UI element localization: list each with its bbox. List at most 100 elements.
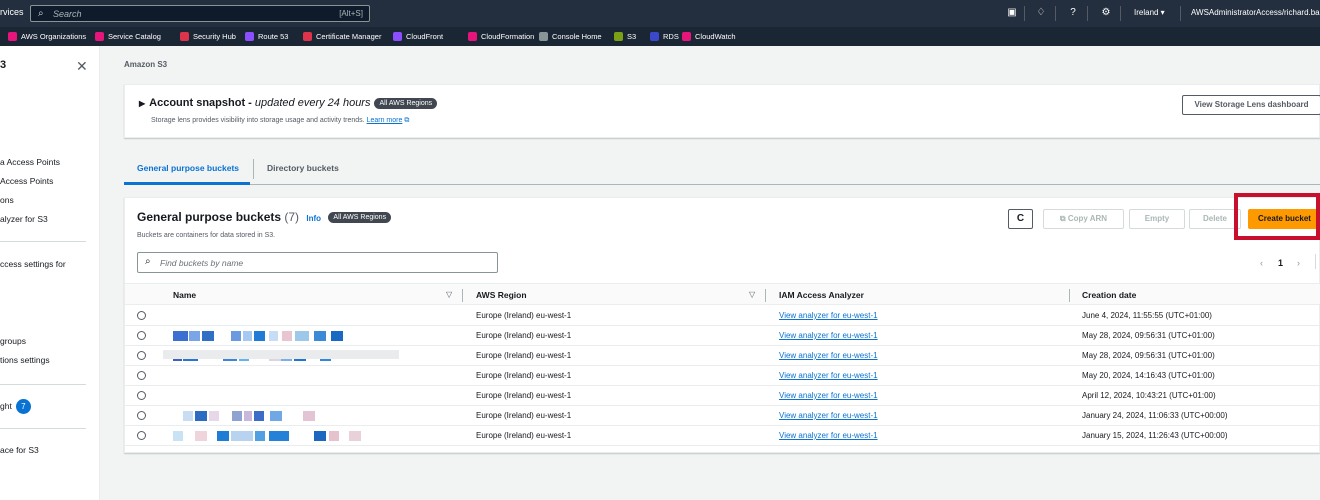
page-number[interactable]: 1	[1278, 258, 1283, 268]
favorite-item[interactable]: Security Hub	[180, 32, 236, 41]
gear-icon[interactable]: ⚙	[1100, 7, 1112, 19]
table-row[interactable]: Europe (Ireland) eu-west-1 View analyzer …	[125, 406, 1320, 426]
sort-icon[interactable]: ▽	[749, 290, 755, 299]
redaction-block	[314, 331, 326, 341]
view-analyzer-link[interactable]: View analyzer for eu-west-1	[779, 411, 878, 420]
row-select-radio[interactable]	[137, 331, 146, 340]
favorite-item[interactable]: CloudWatch	[682, 32, 736, 41]
search-icon: ⌕	[38, 8, 44, 19]
tab-directory-buckets[interactable]: Directory buckets	[267, 163, 339, 173]
row-select-radio[interactable]	[137, 411, 146, 420]
column-header-creation-date[interactable]: Creation date	[1082, 290, 1136, 300]
sidebar-item[interactable]: ons	[0, 195, 14, 205]
prev-page-icon[interactable]: ‹	[1260, 258, 1263, 268]
column-divider[interactable]	[1069, 289, 1070, 302]
tab-general-purpose-buckets[interactable]: General purpose buckets	[137, 163, 239, 173]
refresh-icon: C	[1016, 213, 1025, 224]
column-divider[interactable]	[462, 289, 463, 302]
search-icon: ⌕	[145, 256, 151, 267]
empty-button[interactable]: Empty	[1129, 209, 1185, 229]
view-analyzer-link[interactable]: View analyzer for eu-west-1	[779, 351, 878, 360]
refresh-button[interactable]: C	[1008, 209, 1033, 229]
snapshot-desc-text: Storage lens provides visibility into st…	[151, 117, 365, 124]
cloudshell-icon[interactable]: ▣	[1006, 7, 1018, 19]
redaction-block	[173, 331, 188, 341]
sidebar-item-insight[interactable]: ght 7	[0, 399, 31, 414]
favorite-item[interactable]: Route 53	[245, 32, 288, 41]
find-buckets-input[interactable]: ⌕ Find buckets by name	[137, 252, 498, 273]
column-divider[interactable]	[765, 289, 766, 302]
favorite-item[interactable]: CloudFormation	[468, 32, 534, 41]
global-search-input[interactable]: ⌕ Search [Alt+S]	[30, 5, 370, 22]
sidebar-item[interactable]: Access Points	[0, 176, 53, 186]
redaction-block	[270, 411, 282, 421]
redaction-block	[295, 331, 309, 341]
favorite-item[interactable]: Service Catalog	[95, 32, 161, 41]
creation-date-cell: January 15, 2024, 11:26:43 (UTC+00:00)	[1082, 431, 1228, 440]
view-analyzer-link[interactable]: View analyzer for eu-west-1	[779, 331, 878, 340]
row-select-radio[interactable]	[137, 311, 146, 320]
view-analyzer-link[interactable]: View analyzer for eu-west-1	[779, 371, 878, 380]
table-row[interactable]: Europe (Ireland) eu-west-1 View analyzer …	[125, 306, 1320, 326]
table-row[interactable]: Europe (Ireland) eu-west-1 View analyzer …	[125, 386, 1320, 406]
help-icon[interactable]: ?	[1067, 7, 1079, 19]
regions-pill: All AWS Regions	[328, 212, 392, 224]
services-menu[interactable]: rvices	[0, 7, 24, 17]
row-select-radio[interactable]	[137, 371, 146, 380]
sidebar-divider	[0, 428, 86, 429]
favorite-item[interactable]: CloudFront	[393, 32, 443, 41]
favorite-item[interactable]: Console Home	[539, 32, 602, 41]
find-placeholder: Find buckets by name	[160, 258, 244, 268]
service-icon	[393, 32, 402, 41]
sidebar-item[interactable]: ccess settings for	[0, 259, 66, 269]
view-analyzer-link[interactable]: View analyzer for eu-west-1	[779, 431, 878, 440]
buckets-panel: General purpose buckets (7) Info All AWS…	[124, 197, 1320, 453]
buckets-description: Buckets are containers for data stored i…	[137, 232, 276, 239]
table-row[interactable]: Europe (Ireland) eu-west-1 View analyzer …	[125, 366, 1320, 386]
redaction-block	[217, 431, 229, 441]
redaction-block	[195, 431, 207, 441]
view-analyzer-link[interactable]: View analyzer for eu-west-1	[779, 311, 878, 320]
creation-date-cell: May 20, 2024, 14:16:43 (UTC+01:00)	[1082, 371, 1215, 380]
info-link[interactable]: Info	[306, 214, 321, 223]
bell-icon[interactable]: ♢	[1035, 7, 1047, 19]
next-page-icon[interactable]: ›	[1297, 258, 1300, 268]
row-select-radio[interactable]	[137, 431, 146, 440]
sidebar-item[interactable]: a Access Points	[0, 157, 60, 167]
close-icon[interactable]: ✕	[76, 58, 88, 75]
favorite-item[interactable]: S3	[614, 32, 636, 41]
favorite-item[interactable]: AWS Organizations	[8, 32, 86, 41]
region-selector[interactable]: Ireland ▾	[1134, 8, 1165, 17]
row-select-radio[interactable]	[137, 391, 146, 400]
sidebar-item[interactable]: tions settings	[0, 355, 50, 365]
column-header-name[interactable]: Name	[173, 290, 196, 300]
sidebar-item-label: ght	[0, 401, 12, 411]
view-storage-lens-button[interactable]: View Storage Lens dashboard	[1182, 95, 1320, 115]
column-header-iam-analyzer[interactable]: IAM Access Analyzer	[779, 290, 864, 300]
favorite-item[interactable]: Certificate Manager	[303, 32, 381, 41]
redaction-block	[202, 331, 214, 341]
sidebar-item[interactable]: ace for S3	[0, 445, 39, 455]
favorite-label: AWS Organizations	[21, 32, 87, 41]
sidebar-item[interactable]: alyzer for S3	[0, 214, 48, 224]
learn-more-link[interactable]: Learn more	[367, 117, 403, 124]
sort-icon[interactable]: ▽	[446, 290, 452, 299]
region-cell: Europe (Ireland) eu-west-1	[476, 331, 572, 340]
table-row[interactable]: Europe (Ireland) eu-west-1 View analyzer …	[125, 326, 1320, 346]
view-analyzer-link[interactable]: View analyzer for eu-west-1	[779, 391, 878, 400]
redaction-block	[231, 431, 253, 441]
column-header-region[interactable]: AWS Region	[476, 290, 527, 300]
row-select-radio[interactable]	[137, 351, 146, 360]
sidebar-item[interactable]: groups	[0, 336, 26, 346]
redaction-block	[209, 411, 219, 421]
breadcrumb[interactable]: Amazon S3	[124, 60, 167, 69]
top-navigation: rvices ⌕ Search [Alt+S] ▣ ♢ ? ⚙ Ireland …	[0, 0, 1320, 27]
account-menu[interactable]: AWSAdministratorAccess/richard.baile	[1191, 8, 1320, 17]
highlight-annotation	[1234, 193, 1320, 240]
divider	[1024, 6, 1025, 21]
copy-arn-button[interactable]: ⧉ Copy ARN	[1043, 209, 1124, 229]
service-icon	[682, 32, 691, 41]
favorite-item[interactable]: RDS	[650, 32, 679, 41]
table-row[interactable]: Europe (Ireland) eu-west-1 View analyzer …	[125, 426, 1320, 446]
snapshot-title[interactable]: ▶ Account snapshot - updated every 24 hou…	[139, 97, 438, 109]
